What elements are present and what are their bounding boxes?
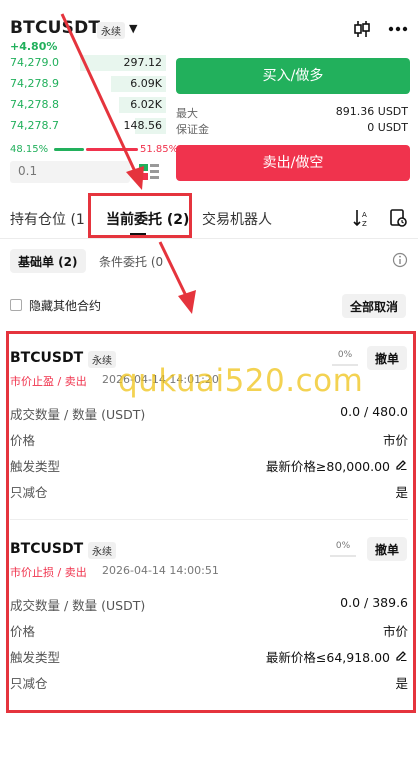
margin-label: 保证金 (176, 123, 209, 136)
info-icon[interactable] (392, 252, 408, 268)
sell-ratio-pct: 51.85% (140, 144, 179, 155)
order-type: 市价止盈 / 卖出 (10, 375, 87, 388)
hide-other-contracts-label: 隐藏其他合约 (29, 299, 102, 313)
candlestick-icon[interactable] (353, 20, 371, 38)
buy-long-button[interactable]: 买入/做多 (176, 58, 410, 94)
fill-quantity-label: 成交数量 / 数量 (USDT) (10, 407, 146, 422)
fill-quantity-label: 成交数量 / 数量 (USDT) (10, 598, 146, 613)
watermark: qukuai520.com (118, 363, 364, 399)
fill-quantity-value: 0.0 / 480.0 (340, 404, 408, 419)
orderbook-price: 74,279.0 (10, 56, 59, 69)
orderbook-qty: 297.12 (123, 56, 163, 69)
tab-divider (0, 238, 418, 239)
reduce-only-label: 只减仓 (10, 676, 48, 691)
max-value: 891.36 USDT (335, 105, 408, 118)
order-time: 2026-04-14 14:00:51 (102, 564, 219, 577)
order-contract-badge: 永续 (88, 351, 116, 368)
sell-short-button[interactable]: 卖出/做空 (176, 145, 410, 181)
chevron-down-icon[interactable]: ▼ (129, 22, 137, 35)
orderbook-qty: 6.09K (130, 77, 162, 90)
tab-highlight-box (88, 193, 192, 238)
order-divider (10, 519, 408, 520)
contract-type-badge: 永续 (97, 22, 125, 39)
orderbook-price: 74,278.9 (10, 77, 59, 90)
orderbook-row[interactable]: 74,279.0 297.12 (10, 54, 166, 72)
price-value: 市价 (382, 624, 408, 639)
trigger-type-label: 触发类型 (10, 459, 61, 474)
more-icon[interactable] (388, 26, 408, 32)
symbol-title[interactable]: BTCUSDT (10, 18, 100, 38)
trigger-type-label: 触发类型 (10, 650, 61, 665)
order-symbol: BTCUSDT (10, 350, 84, 366)
orderbook-price: 74,278.8 (10, 98, 59, 111)
cancel-all-button[interactable]: 全部取消 (342, 294, 407, 318)
order-contract-badge: 永续 (88, 542, 116, 559)
orderbook-row[interactable]: 74,278.7 148.56 (10, 117, 166, 135)
tab-trading-bots[interactable]: 交易机器人 (202, 209, 272, 229)
svg-text:Z: Z (362, 220, 367, 228)
price-label: 价格 (10, 433, 36, 448)
tab-positions[interactable]: 持有仓位 (1 (10, 209, 85, 229)
svg-text:A: A (362, 211, 367, 219)
depth-precision-select[interactable]: 0.1 (10, 161, 130, 183)
price-label: 价格 (10, 624, 36, 639)
max-label: 最大 (176, 107, 198, 120)
order-progress-text: 0% (335, 541, 351, 551)
subtab-conditional-orders[interactable]: 条件委托 (0 (99, 253, 163, 270)
orderbook-layout-icon[interactable] (138, 163, 160, 181)
fill-quantity-value: 0.0 / 389.6 (340, 595, 408, 610)
order-progress-text: 0% (337, 350, 353, 360)
edit-icon[interactable] (395, 458, 407, 470)
buy-ratio-bar (54, 148, 84, 151)
order-type: 市价止损 / 卖出 (10, 566, 87, 579)
sell-ratio-bar (86, 148, 138, 151)
hide-other-contracts-checkbox[interactable] (10, 299, 22, 311)
reduce-only-label: 只减仓 (10, 485, 48, 500)
arrow-head-icon (178, 290, 196, 314)
edit-icon[interactable] (395, 649, 407, 661)
order-progress-bar (330, 555, 356, 557)
orderbook-row[interactable]: 74,278.8 6.02K (10, 96, 166, 114)
cancel-order-button[interactable]: 撤单 (367, 537, 408, 561)
trigger-type-value: 最新价格≤64,918.00 (265, 650, 390, 665)
orderbook-price: 74,278.7 (10, 119, 59, 132)
buy-ratio-pct: 48.15% (10, 144, 49, 155)
sort-icon[interactable]: A Z (352, 208, 372, 228)
margin-value: 0 USDT (367, 121, 408, 134)
reduce-only-value: 是 (395, 485, 408, 500)
price-change: +4.80% (10, 40, 58, 53)
subtab-basic-orders[interactable]: 基础单 (2) (10, 249, 86, 273)
price-value: 市价 (382, 433, 408, 448)
cancel-order-button[interactable]: 撤单 (367, 346, 408, 370)
trigger-type-value: 最新价格≥80,000.00 (265, 459, 390, 474)
orderbook-qty: 6.02K (130, 98, 162, 111)
order-history-icon[interactable] (388, 208, 408, 228)
reduce-only-value: 是 (395, 676, 408, 691)
orderbook-qty: 148.56 (123, 119, 163, 132)
orderbook-row[interactable]: 74,278.9 6.09K (10, 75, 166, 93)
order-symbol: BTCUSDT (10, 541, 84, 557)
